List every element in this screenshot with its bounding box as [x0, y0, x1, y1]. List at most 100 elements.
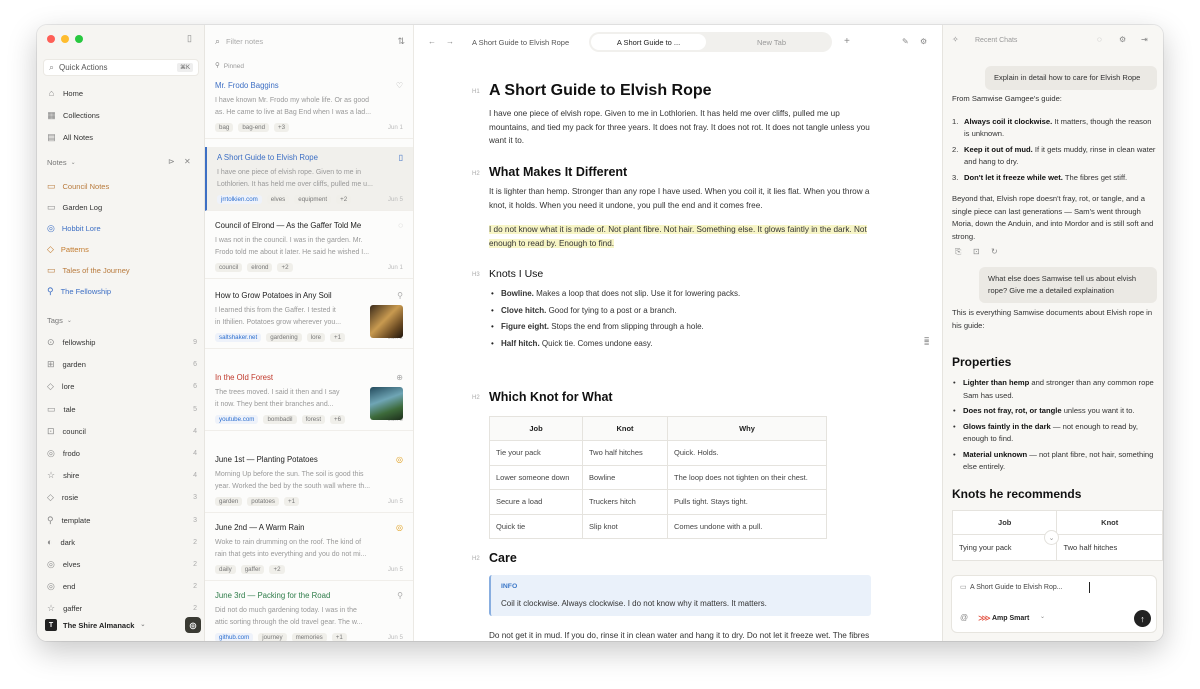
note-chip[interactable]: forest — [301, 415, 326, 424]
table-cell[interactable]: Quick. Holds. — [667, 440, 827, 466]
sort-icon[interactable]: ⇅ — [397, 36, 405, 46]
sidebar-note-hobbit-lore[interactable]: ◎ Hobbit Lore — [47, 224, 101, 234]
tags-section-header[interactable]: Tags ⌄ — [47, 316, 72, 325]
table-cell[interactable]: Two half hitches — [582, 440, 668, 466]
note-card[interactable]: Council of Elrond — As the Gaffer Told M… — [205, 215, 413, 279]
note-card[interactable]: A Short Guide to Elvish Rope ▯ I have one … — [205, 147, 413, 211]
note-card[interactable]: June 1st — Planting Potatoes ◎ Morning Up … — [205, 449, 413, 513]
new-note-icon[interactable]: ⊳ — [168, 158, 175, 166]
table-cell[interactable]: Comes undone with a pull. — [667, 513, 827, 539]
note-chip[interactable]: elrond — [247, 263, 273, 272]
note-status-icon[interactable]: ⚲ — [397, 291, 403, 300]
table-cell[interactable]: Secure a load — [489, 489, 583, 515]
note-card[interactable]: Mr. Frodo Baggins ♡ I have known Mr. Frodo… — [205, 75, 413, 139]
note-chip[interactable]: lore — [306, 333, 326, 342]
settings-sliders-icon[interactable]: ⚙ — [920, 38, 927, 46]
tag-item[interactable]: ▭ tale 5 — [47, 404, 197, 414]
zoom-window-button[interactable] — [75, 35, 83, 43]
note-chip[interactable]: bag-end — [238, 123, 270, 132]
note-chip[interactable]: github.com — [215, 633, 254, 641]
gear-icon[interactable]: ⚙ — [1119, 36, 1126, 44]
tag-item[interactable]: ◇ lore 6 — [47, 382, 197, 392]
table-cell[interactable]: Quick tie — [489, 513, 583, 539]
retry-icon[interactable]: ↻ — [991, 248, 998, 256]
care-paragraph[interactable]: Do not get it in mud. If you do, rinse i… — [489, 629, 879, 641]
tag-item[interactable]: ⚲ template 3 — [47, 515, 197, 525]
sidebar-toggle-icon[interactable]: ▯ — [187, 34, 192, 43]
note-chip[interactable]: gardening — [266, 333, 302, 342]
note-chip[interactable]: journey — [258, 633, 287, 641]
highlight-paragraph[interactable]: I do not know what it is made of. Not pl… — [489, 223, 879, 250]
notes-section-header[interactable]: Notes ⌄ — [47, 158, 76, 167]
note-chip[interactable]: elves — [266, 195, 290, 204]
sidebar-note-tales[interactable]: ▭ Tales of the Journey — [47, 266, 130, 276]
quick-actions-button[interactable]: ⌕ Quick Actions ⌘K — [43, 59, 199, 76]
heading-care[interactable]: Care — [489, 551, 517, 565]
note-chip[interactable]: +1 — [330, 333, 346, 342]
sidebar-note-garden-log[interactable]: ▭ Garden Log — [47, 203, 102, 213]
tag-item[interactable]: ⊡ council 4 — [47, 426, 197, 436]
note-chip[interactable]: jrrtolkien.com — [217, 195, 262, 204]
document-title[interactable]: A Short Guide to Elvish Rope — [489, 82, 712, 100]
tag-item[interactable]: ◎ end 2 — [47, 582, 197, 592]
ai-chat-button[interactable]: ◎ — [185, 617, 201, 633]
knot-list-item[interactable]: Half hitch. Quick tie. Comes undone easy… — [489, 336, 879, 353]
copy-icon[interactable]: ⎘ — [955, 248, 961, 256]
model-selector[interactable]: Amp Smart — [992, 615, 1029, 622]
note-card[interactable]: June 3rd — Packing for the Road ⚲ Did not … — [205, 585, 413, 641]
knot-list-item[interactable]: Bowline. Makes a loop that does not slip… — [489, 286, 879, 303]
table-cell[interactable]: The loop does not tighten on their chest… — [667, 464, 827, 490]
recent-chats-title[interactable]: Recent Chats — [975, 37, 1017, 44]
intro-paragraph[interactable]: I have one piece of elvish rope. Given t… — [489, 107, 879, 148]
tag-item[interactable]: ☆ shire 4 — [47, 471, 197, 481]
note-status-icon[interactable]: ⚲ — [397, 591, 403, 600]
tag-item[interactable]: ◎ elves 2 — [47, 560, 197, 570]
filter-notes-input[interactable]: Filter notes — [226, 37, 391, 46]
note-status-icon[interactable]: ◎ — [396, 455, 403, 464]
note-chip[interactable]: garden — [215, 497, 243, 506]
nav-home[interactable]: ⌂ Home — [47, 89, 83, 99]
note-status-icon[interactable]: ♡ — [396, 81, 403, 90]
note-chip[interactable]: +1 — [331, 633, 347, 641]
tag-item[interactable]: ◎ frodo 4 — [47, 449, 197, 459]
note-chip[interactable]: +2 — [277, 263, 293, 272]
heading-knots[interactable]: Knots I Use — [489, 268, 543, 280]
at-mention-icon[interactable]: @ — [960, 614, 968, 622]
note-chip[interactable]: saltshaker.net — [215, 333, 262, 342]
note-status-icon[interactable]: ▯ — [399, 153, 403, 162]
note-chip[interactable]: +1 — [284, 497, 300, 506]
tag-item[interactable]: ◇ rosie 3 — [47, 493, 197, 503]
context-chip[interactable]: A Short Guide to Elvish Rop... — [970, 584, 1063, 591]
sidebar-note-council-notes[interactable]: ▭ Council Notes — [47, 182, 109, 192]
note-chip[interactable]: gaffer — [240, 565, 265, 574]
tag-item[interactable]: ⊙ fellowship 9 — [47, 338, 197, 348]
nav-collections[interactable]: ▦ Collections — [47, 111, 99, 121]
knot-list-item[interactable]: Clove hitch. Good for tying to a post or… — [489, 303, 879, 320]
note-chip[interactable]: bombadil — [263, 415, 297, 424]
note-status-icon[interactable]: ◌ — [398, 221, 403, 230]
table-cell[interactable]: Bowline — [582, 464, 668, 490]
back-icon[interactable]: ← — [428, 38, 436, 46]
info-callout[interactable]: INFO Coil it clockwise. Always clockwise… — [489, 575, 871, 616]
note-chip[interactable]: council — [215, 263, 243, 272]
note-chip[interactable]: potatoes — [247, 497, 280, 506]
table-cell[interactable]: Slip knot — [582, 513, 668, 539]
note-chip[interactable]: equipment — [294, 195, 332, 204]
note-chip[interactable]: +2 — [336, 195, 352, 204]
sidebar-note-patterns[interactable]: ◇ Patterns — [47, 245, 89, 255]
chat-input[interactable]: ▭ A Short Guide to Elvish Rop... @ ⋙ Amp… — [951, 575, 1157, 633]
note-status-icon[interactable]: ◎ — [396, 523, 403, 532]
note-chip[interactable]: bag — [215, 123, 234, 132]
note-chip[interactable]: daily — [215, 565, 236, 574]
note-status-icon[interactable]: ⊕ — [396, 373, 403, 382]
knot-list-item[interactable]: Figure eight. Stops the end from slippin… — [489, 319, 879, 336]
sidebar-note-fellowship[interactable]: ⚲ The Fellowship — [47, 287, 111, 297]
note-chip[interactable]: +3 — [274, 123, 290, 132]
new-chat-icon[interactable]: ◌ — [1097, 36, 1102, 44]
minimize-window-button[interactable] — [61, 35, 69, 43]
different-paragraph[interactable]: It is lighter than hemp. Stronger than a… — [489, 185, 879, 212]
close-icon[interactable]: ✕ — [184, 158, 191, 166]
outline-icon[interactable]: ≡ ≡ — [924, 335, 929, 348]
heading-different[interactable]: What Makes It Different — [489, 165, 627, 179]
workspace-footer[interactable]: T The Shire Almanack ⌄ ◎ — [45, 617, 201, 633]
